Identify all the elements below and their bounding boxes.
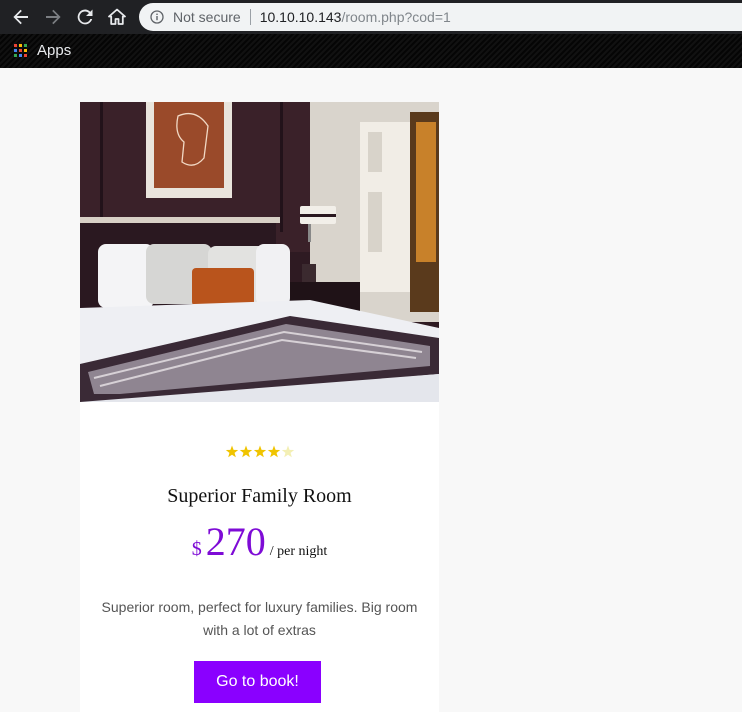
star-icon (239, 445, 252, 458)
forward-icon[interactable] (41, 5, 65, 29)
room-title: Superior Family Room (167, 485, 352, 507)
reload-icon[interactable] (73, 5, 97, 29)
room-price: $ 270 / per night (80, 518, 439, 565)
browser-chrome: Not secure 10.10.10.143/room.php?cod=1 A… (0, 0, 742, 68)
room-photo (80, 102, 439, 402)
star-icon (281, 445, 294, 458)
url-path: /room.php?cod=1 (341, 9, 451, 25)
rating-stars (80, 445, 439, 459)
apps-shortcut[interactable]: Apps (14, 42, 71, 59)
rating-star-group (225, 445, 294, 458)
star-icon (225, 445, 238, 458)
bookmarks-bar: Apps (0, 34, 742, 68)
apps-grid-icon (14, 44, 27, 57)
price-unit: / per night (269, 544, 328, 559)
book-button[interactable]: Go to book! (194, 661, 321, 703)
back-icon[interactable] (9, 5, 33, 29)
star-icon (253, 445, 266, 458)
price-amount: 270 (205, 519, 266, 564)
address-bar[interactable]: Not secure 10.10.10.143/room.php?cod=1 (139, 3, 742, 31)
info-icon[interactable] (149, 9, 165, 25)
security-label: Not secure (173, 9, 241, 25)
price-currency: $ (191, 538, 202, 560)
room-description: Superior room, perfect for luxury famili… (101, 599, 418, 638)
omnibox-divider (249, 9, 251, 25)
apps-label: Apps (37, 42, 72, 59)
star-icon (267, 445, 280, 458)
url-host: 10.10.10.143 (259, 9, 342, 25)
room-card: Superior Family Room $ 270 / per night S… (80, 102, 439, 712)
home-icon[interactable] (105, 5, 129, 29)
